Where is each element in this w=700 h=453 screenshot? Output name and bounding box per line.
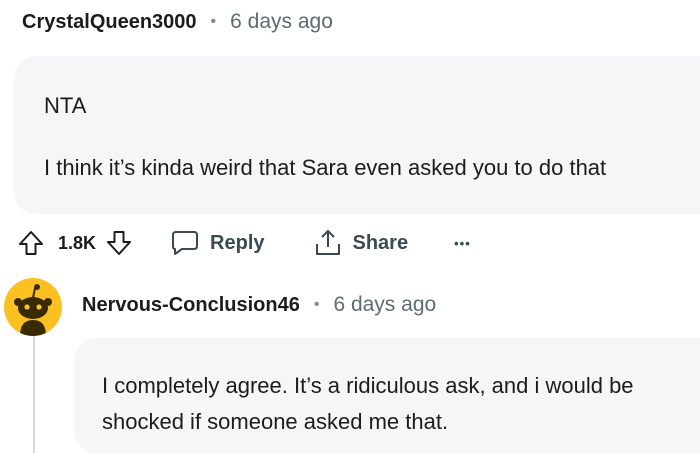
reply-author[interactable]: Nervous-Conclusion46 <box>82 294 300 317</box>
share-label: Share <box>352 231 409 254</box>
comment-action-bar: 1.8K Reply Share ••• <box>14 224 471 262</box>
share-icon <box>315 230 340 255</box>
comment-body: NTA I think it’s kinda weird that Sara e… <box>14 56 700 214</box>
share-button[interactable]: Share <box>313 228 409 258</box>
comment-line-1: NTA <box>44 93 87 118</box>
reply-avatar[interactable] <box>4 278 62 336</box>
reply-label: Reply <box>210 231 265 254</box>
thread-line[interactable] <box>33 336 35 453</box>
vote-score: 1.8K <box>58 232 97 253</box>
meta-separator: • <box>210 13 217 30</box>
reply-meta: Nervous-Conclusion46 • 6 days ago <box>82 293 436 317</box>
reply-line-1: I completely agree. It’s a ridiculous as… <box>102 373 634 398</box>
reply-body: I completely agree. It’s a ridiculous as… <box>74 338 700 453</box>
reply-button[interactable]: Reply <box>170 229 265 257</box>
comment-meta: CrystalQueen3000 • 6 days ago <box>22 10 333 34</box>
snoo-avatar-icon <box>14 284 52 336</box>
upvote-button[interactable] <box>14 226 48 260</box>
comment-author[interactable]: CrystalQueen3000 <box>22 11 197 34</box>
downvote-button[interactable] <box>102 226 136 260</box>
arrow-up-icon <box>19 231 43 255</box>
reply-line-2: shocked if someone asked me that. <box>102 409 449 434</box>
comment-line-2: I think it’s kinda weird that Sara even … <box>44 155 607 180</box>
arrow-down-icon <box>107 231 132 255</box>
comment-timestamp[interactable]: 6 days ago <box>230 10 333 34</box>
ellipsis-icon: ••• <box>454 235 471 251</box>
more-options-button[interactable]: ••• <box>454 236 471 251</box>
reply-timestamp[interactable]: 6 days ago <box>333 293 436 317</box>
meta-separator: • <box>313 296 320 313</box>
speech-bubble-icon <box>172 231 199 255</box>
